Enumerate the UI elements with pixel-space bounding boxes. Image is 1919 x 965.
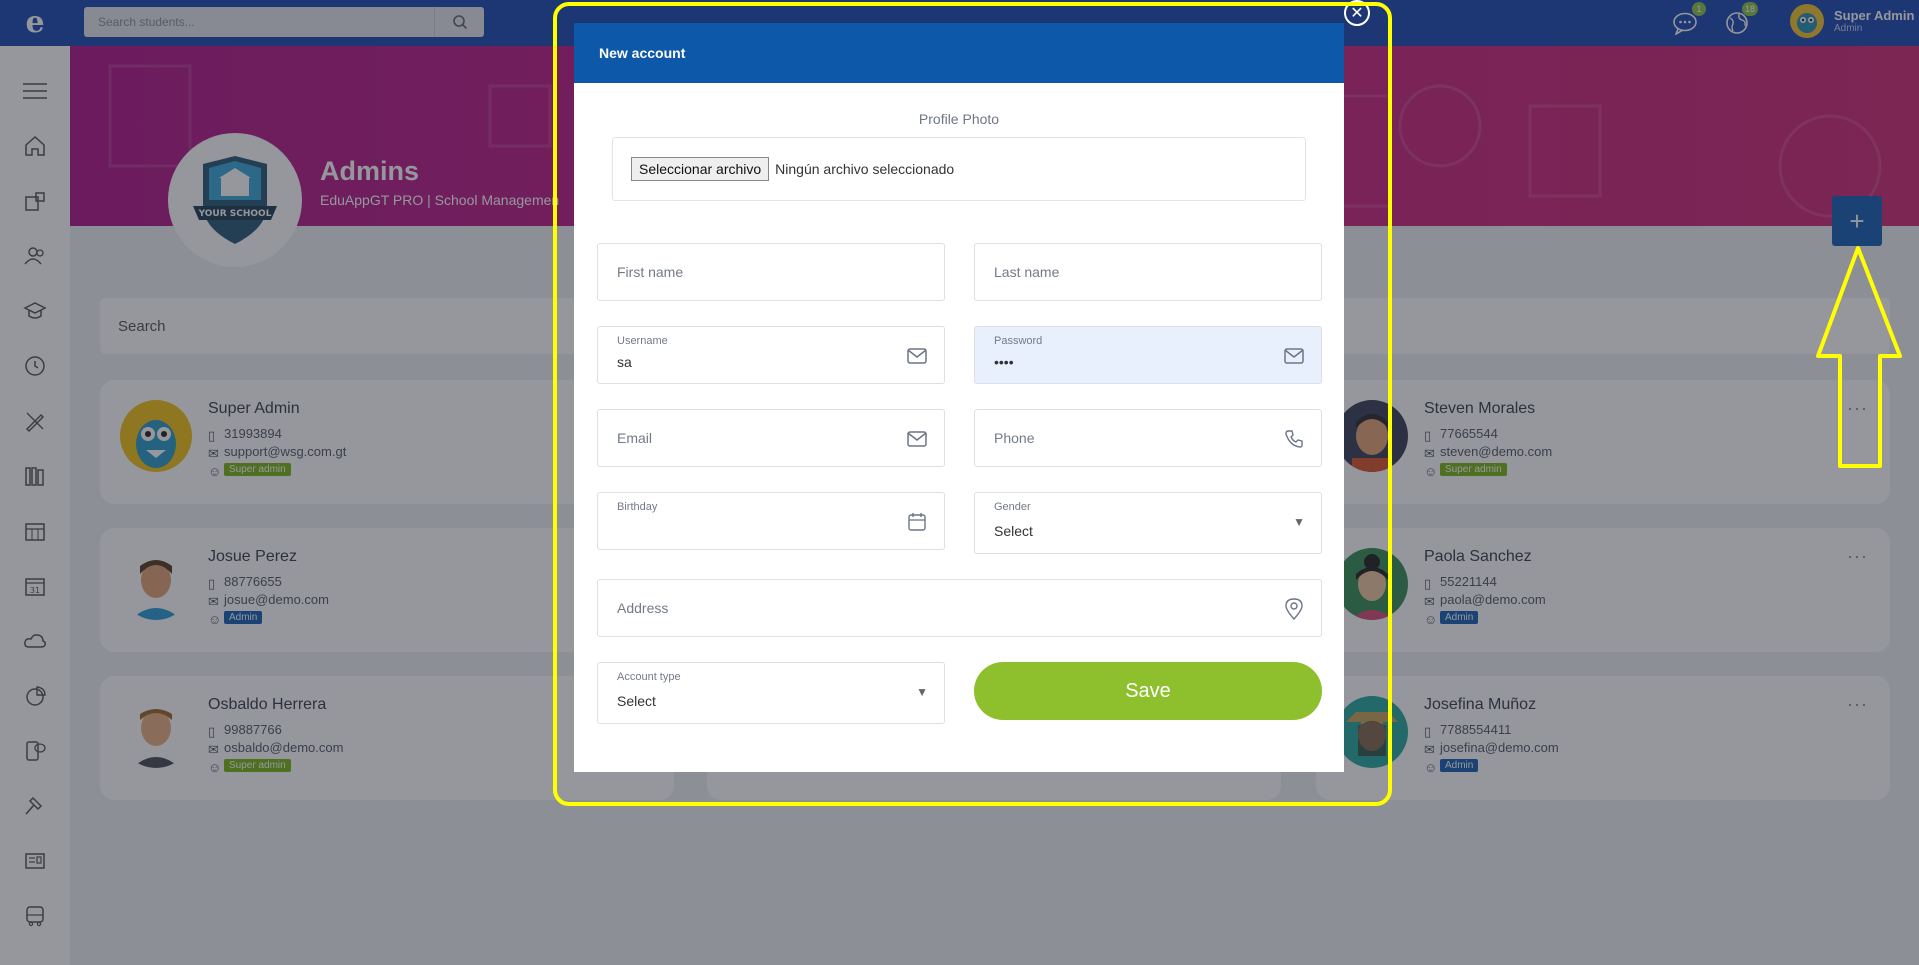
highlight-frame [553, 2, 1392, 806]
highlight-arrow-icon [1816, 246, 1902, 468]
